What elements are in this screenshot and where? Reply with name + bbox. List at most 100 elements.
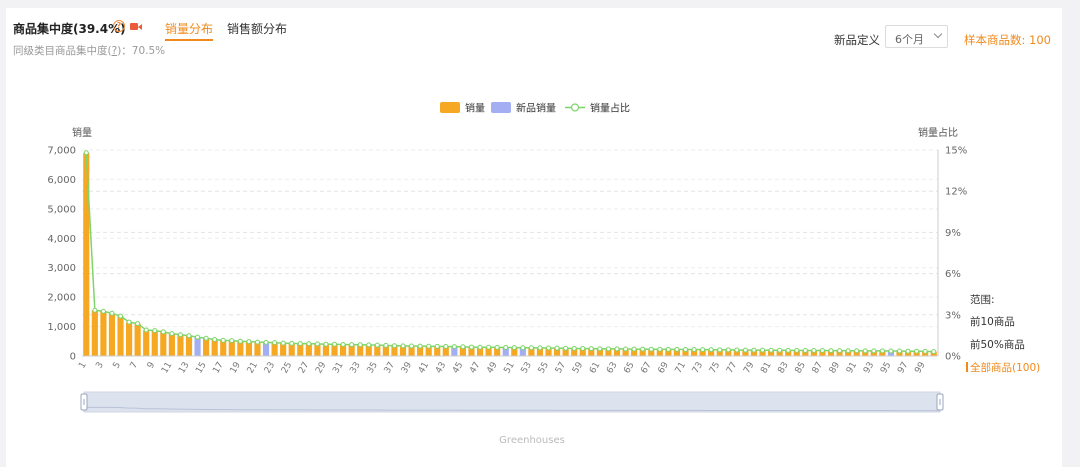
- ratio-point[interactable]: [349, 342, 355, 348]
- ratio-point[interactable]: [700, 347, 706, 353]
- ratio-point[interactable]: [203, 335, 209, 341]
- ratio-point[interactable]: [837, 348, 843, 354]
- ratio-point[interactable]: [340, 341, 346, 347]
- ratio-point[interactable]: [460, 344, 466, 350]
- ratio-point[interactable]: [263, 339, 269, 345]
- range-top50pct[interactable]: 前50%商品: [970, 337, 1025, 352]
- ratio-point[interactable]: [623, 346, 629, 352]
- range-top10[interactable]: 前10商品: [970, 314, 1015, 329]
- sales-bar[interactable]: [185, 335, 193, 356]
- ratio-point[interactable]: [400, 343, 406, 349]
- ratio-point[interactable]: [631, 346, 637, 352]
- sales-bar[interactable]: [100, 311, 107, 356]
- ratio-point[interactable]: [169, 331, 175, 337]
- sales-bar[interactable]: [151, 330, 158, 356]
- ratio-point[interactable]: [922, 348, 928, 354]
- sales-bar[interactable]: [117, 316, 124, 356]
- ratio-point[interactable]: [845, 348, 851, 354]
- ratio-point[interactable]: [879, 348, 885, 354]
- ratio-point[interactable]: [614, 346, 620, 352]
- ratio-point[interactable]: [571, 345, 577, 351]
- ratio-point[interactable]: [92, 307, 98, 313]
- legend-item[interactable]: 销量占比: [565, 102, 630, 115]
- ratio-point[interactable]: [143, 327, 149, 333]
- ratio-point[interactable]: [674, 346, 680, 352]
- sales-bar[interactable]: [134, 323, 141, 356]
- ratio-point[interactable]: [477, 344, 483, 350]
- ratio-point[interactable]: [237, 338, 243, 344]
- ratio-point[interactable]: [220, 337, 226, 343]
- ratio-point[interactable]: [665, 346, 671, 352]
- ratio-point[interactable]: [486, 344, 492, 350]
- legend-item[interactable]: 新品销量: [491, 102, 556, 115]
- ratio-point[interactable]: [802, 348, 808, 354]
- sales-bar[interactable]: [125, 322, 133, 356]
- sales-bar[interactable]: [177, 334, 184, 356]
- ratio-point[interactable]: [785, 347, 791, 353]
- ratio-point[interactable]: [777, 347, 783, 353]
- ratio-point[interactable]: [742, 347, 748, 353]
- ratio-point[interactable]: [152, 328, 158, 334]
- ratio-point[interactable]: [931, 349, 937, 355]
- ratio-point[interactable]: [297, 341, 303, 347]
- ratio-point[interactable]: [443, 344, 449, 350]
- ratio-point[interactable]: [109, 310, 115, 316]
- ratio-point[interactable]: [468, 344, 474, 350]
- ratio-point[interactable]: [554, 345, 560, 351]
- sales-bar[interactable]: [168, 333, 175, 356]
- ratio-point[interactable]: [391, 343, 397, 349]
- ratio-point[interactable]: [605, 346, 611, 352]
- zoom-track[interactable]: [83, 391, 941, 413]
- ratio-point[interactable]: [811, 348, 817, 354]
- ratio-point[interactable]: [905, 348, 911, 354]
- ratio-point[interactable]: [280, 340, 286, 346]
- ratio-point[interactable]: [691, 347, 697, 353]
- ratio-point[interactable]: [588, 346, 594, 352]
- sales-bar[interactable]: [91, 310, 98, 356]
- ratio-point[interactable]: [914, 348, 920, 354]
- ratio-point[interactable]: [896, 348, 902, 354]
- ratio-point[interactable]: [580, 345, 586, 351]
- ratio-point[interactable]: [426, 343, 432, 349]
- ratio-point[interactable]: [323, 341, 329, 347]
- ratio-point[interactable]: [717, 347, 723, 353]
- ratio-point[interactable]: [819, 348, 825, 354]
- ratio-point[interactable]: [503, 344, 509, 350]
- ratio-point[interactable]: [760, 347, 766, 353]
- ratio-point[interactable]: [135, 321, 141, 327]
- ratio-point[interactable]: [254, 339, 260, 345]
- ratio-point[interactable]: [537, 345, 543, 351]
- ratio-point[interactable]: [229, 338, 235, 344]
- ratio-point[interactable]: [751, 347, 757, 353]
- ratio-point[interactable]: [357, 342, 363, 348]
- ratio-point[interactable]: [871, 348, 877, 354]
- ratio-point[interactable]: [511, 345, 517, 351]
- ratio-point[interactable]: [794, 347, 800, 353]
- new-sales-bar[interactable]: [194, 337, 201, 356]
- ratio-point[interactable]: [383, 342, 389, 348]
- ratio-point[interactable]: [314, 341, 320, 347]
- ratio-point[interactable]: [118, 313, 124, 319]
- ratio-point[interactable]: [546, 345, 552, 351]
- ratio-point[interactable]: [100, 308, 106, 314]
- ratio-point[interactable]: [854, 348, 860, 354]
- ratio-point[interactable]: [528, 345, 534, 351]
- ratio-point[interactable]: [366, 342, 372, 348]
- sales-bar[interactable]: [160, 331, 167, 356]
- ratio-point[interactable]: [160, 329, 166, 335]
- ratio-point[interactable]: [725, 347, 731, 353]
- ratio-point[interactable]: [888, 348, 894, 354]
- ratio-point[interactable]: [734, 347, 740, 353]
- zoom-slider[interactable]: [80, 391, 944, 413]
- ratio-point[interactable]: [563, 345, 569, 351]
- ratio-point[interactable]: [83, 150, 89, 156]
- sales-bar[interactable]: [143, 330, 150, 356]
- ratio-point[interactable]: [409, 343, 415, 349]
- ratio-point[interactable]: [640, 346, 646, 352]
- ratio-point[interactable]: [272, 340, 278, 346]
- ratio-point[interactable]: [520, 345, 526, 351]
- ratio-point[interactable]: [195, 334, 201, 340]
- ratio-point[interactable]: [648, 346, 654, 352]
- ratio-point[interactable]: [332, 341, 338, 347]
- legend-item[interactable]: 销量: [440, 102, 485, 115]
